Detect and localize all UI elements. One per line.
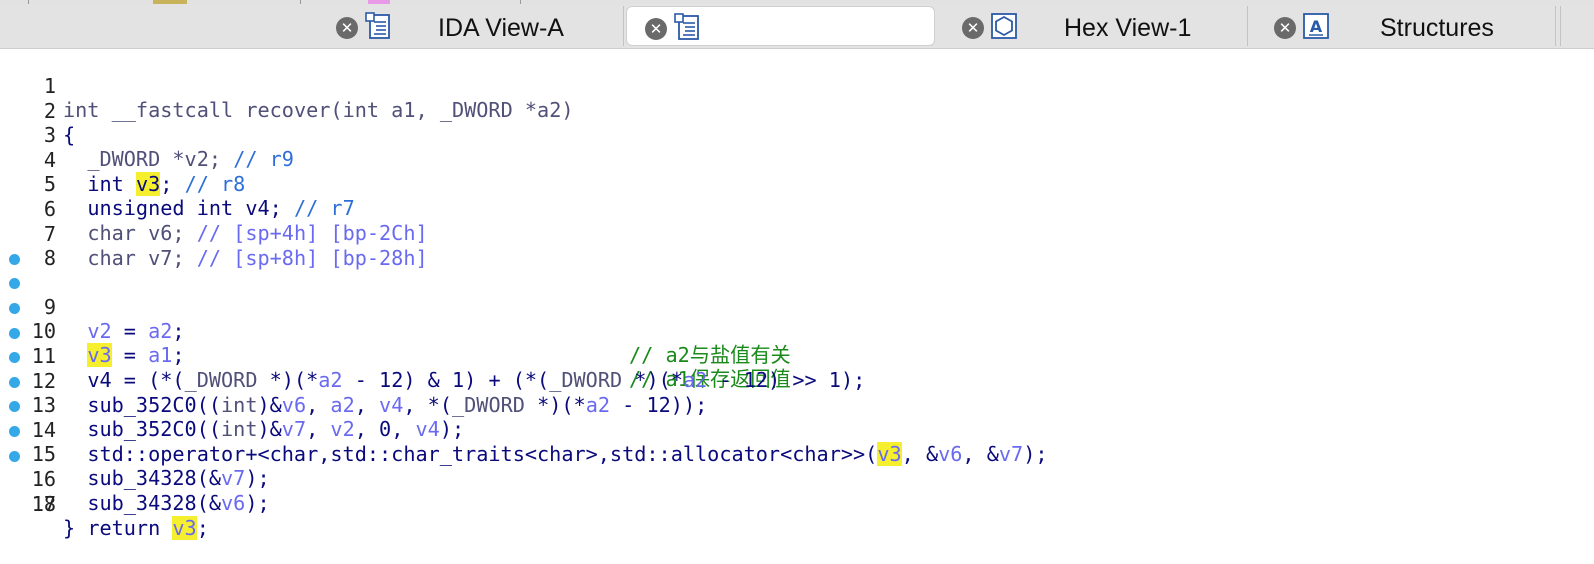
code-line[interactable]: 6 char v6; // [sp+4h] [bp-2Ch] — [0, 173, 1594, 245]
tab-label: Hex View-1 — [1064, 14, 1192, 42]
code-line[interactable]: 2 { — [0, 75, 1594, 147]
code-line[interactable]: 11 v4 = (*(_DWORD *)(*a2 - 12) & 1) + (*… — [0, 296, 1594, 392]
tab-label: IDA View-A — [438, 14, 564, 42]
svg-text:A: A — [1310, 17, 1323, 36]
code-line[interactable]: 10 v3 = a1; // a1保存返回值 — [0, 271, 1594, 391]
breakpoint-dot[interactable] — [9, 426, 20, 437]
breakpoint-dot[interactable] — [9, 253, 20, 265]
pseudocode-view-icon — [674, 13, 699, 40]
close-icon[interactable]: ✕ — [645, 18, 667, 40]
code-line[interactable]: 8 — [0, 222, 1594, 270]
code-line[interactable]: 18 } — [0, 468, 1594, 540]
code-text[interactable]: sub_34328(&v6); — [63, 491, 269, 515]
close-icon[interactable]: ✕ — [336, 17, 358, 39]
tab-pseudocode-a[interactable]: ✕ — [626, 6, 935, 46]
code-line[interactable]: 4 int v3; // r8 — [0, 124, 1594, 196]
close-icon[interactable]: ✕ — [1274, 17, 1296, 39]
code-line[interactable]: 15 sub_34328(&v7); — [0, 394, 1594, 490]
breakpoint-dot[interactable] — [9, 376, 20, 388]
code-line[interactable]: 7 char v7; // [sp+8h] [bp-28h] — [0, 198, 1594, 270]
tab-separator — [1560, 6, 1561, 46]
breakpoint-dot[interactable] — [9, 401, 20, 413]
structures-icon: A — [1303, 13, 1329, 39]
code-line[interactable]: 14 std::operator+<char,std::char_traits<… — [0, 370, 1594, 466]
code-line[interactable]: 16 sub_34328(&v6); — [0, 419, 1594, 515]
code-line[interactable]: 1 int __fastcall recover(int a1, _DWORD … — [0, 50, 1594, 122]
pseudocode-pane[interactable]: 1 int __fastcall recover(int a1, _DWORD … — [0, 50, 1594, 540]
code-line[interactable]: 3 _DWORD *v2; // r9 — [0, 99, 1594, 171]
breakpoint-dot[interactable] — [9, 327, 20, 339]
code-line[interactable]: 13 sub_352C0((int)&v7, v2, 0, v4); — [0, 345, 1594, 441]
disassembly-view-icon — [365, 12, 390, 39]
breakpoint-dot[interactable] — [9, 352, 20, 364]
close-icon[interactable]: ✕ — [962, 17, 984, 39]
code-line[interactable]: 17 return v3; — [0, 444, 1594, 540]
line-number: 18 — [31, 492, 56, 517]
code-line[interactable]: 5 unsigned int v4; // r7 — [0, 148, 1594, 220]
tab-ida-view-a[interactable]: ✕ IDA View-A — [318, 6, 624, 46]
tab-bar: ✕ IDA View-A ✕ ✕ Hex View-1 ✕ A Structur… — [0, 4, 1594, 49]
code-line[interactable]: 9 v2 = a2; // a2与盐值有关 — [0, 247, 1594, 367]
code-text[interactable]: } — [63, 516, 75, 540]
breakpoint-dot[interactable] — [9, 278, 20, 290]
tab-hex-view-1[interactable]: ✕ Hex View-1 — [944, 6, 1248, 46]
tab-label: Structures — [1380, 14, 1494, 42]
code-text[interactable]: return v3; — [63, 515, 209, 540]
breakpoint-dot[interactable] — [9, 303, 20, 314]
code-line[interactable]: 12 sub_352C0((int)&v6, a2, v4, *(_DWORD … — [0, 321, 1594, 417]
breakpoint-dot[interactable] — [9, 450, 20, 462]
hex-view-icon — [991, 13, 1017, 39]
tab-structures[interactable]: ✕ A Structures — [1256, 6, 1556, 46]
